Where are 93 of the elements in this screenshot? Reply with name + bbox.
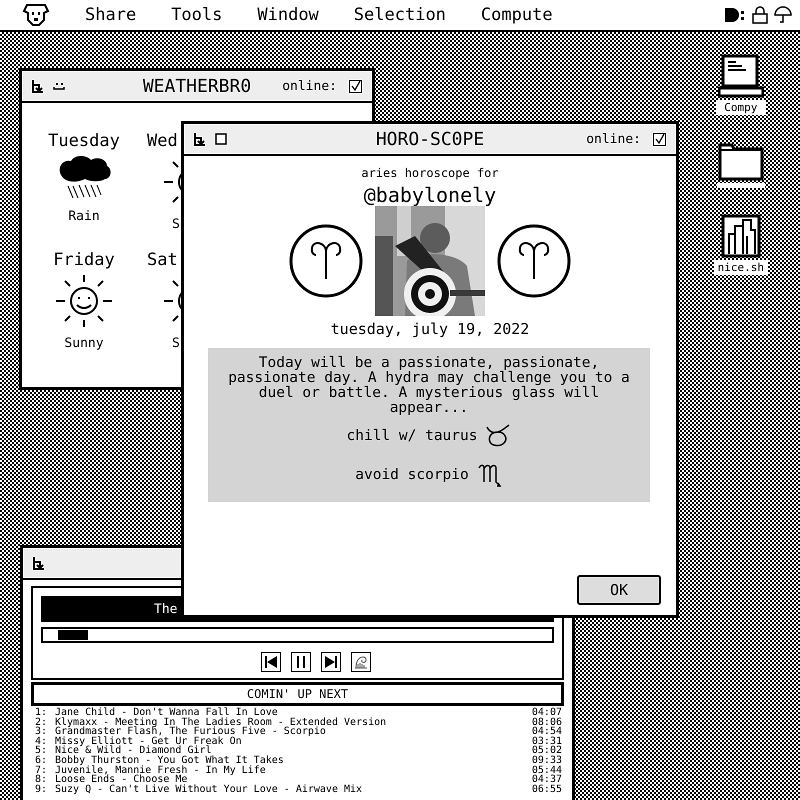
queue-row[interactable]: 9: Suzy Q - Can't Live Without Your Love - Airwave Mix 06:55 — [35, 784, 562, 794]
window-title: HORO-SC0PE — [376, 128, 484, 150]
weather-condition: S — [172, 336, 180, 351]
track-duration: 08:06 — [532, 718, 562, 728]
track-title: Klymaxx - Meeting In The Ladies Room - Extended Version — [55, 718, 388, 728]
icon-label-field[interactable] — [716, 183, 765, 188]
lock-icon[interactable] — [752, 6, 768, 24]
track-title: Missy Elliott - Get Ur Freak On — [55, 736, 243, 746]
track-title: Nice & Wild - Diamond Girl — [55, 746, 212, 756]
track-duration: 04:37 — [532, 775, 562, 785]
queue-header: COMIN' UP NEXT — [31, 682, 564, 706]
aries-icon — [289, 224, 363, 298]
pause-button[interactable] — [290, 652, 310, 672]
queue-row[interactable]: 8: Loose Ends - Choose Me 04:37 — [35, 775, 562, 785]
track-duration: 06:55 — [532, 784, 562, 794]
progress-thumb[interactable] — [58, 630, 88, 640]
horoscope-text: Today will be a passionate, passionate, passionate day. A hydra may challenge you to a duel or battle. A mysterious glass will appear... — [227, 356, 631, 416]
intro-text: aries horoscope for — [361, 166, 499, 180]
track-title: Loose Ends - Choose Me — [55, 775, 188, 785]
smiley-icon[interactable] — [53, 81, 65, 91]
track-number: 6: — [35, 756, 48, 766]
date-text: tuesday, july 19, 2022 — [330, 320, 530, 338]
taurus-icon — [485, 424, 512, 448]
maximize-icon[interactable] — [215, 133, 227, 145]
previous-button[interactable] — [260, 652, 280, 672]
menu-item[interactable]: Selection — [354, 5, 446, 25]
chart-file-icon[interactable] — [720, 214, 761, 258]
queue-row[interactable]: 7: Juvenile, Mannie Fresh - In My Life 05:44 — [35, 766, 562, 776]
ok-button[interactable]: OK — [577, 575, 661, 605]
day-name: Sat — [147, 250, 178, 270]
icon-label[interactable]: nice.sh — [714, 260, 768, 275]
track-number: 4: — [35, 736, 48, 746]
menu-item[interactable]: Window — [257, 5, 319, 25]
menu-item[interactable]: Tools — [171, 5, 222, 25]
day-name: Friday — [53, 250, 115, 270]
queue-row[interactable]: 4: Missy Elliott - Get Ur Freak On 03:31 — [35, 736, 562, 746]
track-number: 3: — [35, 727, 48, 737]
track-number: 8: — [35, 775, 48, 785]
dog-logo-icon[interactable] — [22, 3, 50, 27]
track-title: Suzy Q - Can't Live Without Your Love - Airwave Mix — [55, 784, 364, 794]
folder-icon[interactable] — [718, 141, 764, 181]
next-icon — [324, 655, 338, 669]
track-title: Grandmaster Flash, The Furious Five - Scorpio — [55, 727, 327, 737]
corner-arrow-icon[interactable] — [194, 132, 206, 146]
day-name: Tuesday — [48, 131, 120, 151]
progress-track[interactable] — [41, 627, 554, 643]
menu-item[interactable]: Share — [85, 5, 136, 25]
window-title: WEATHERBR0 — [142, 76, 252, 96]
menu-item[interactable]: Compute — [480, 5, 553, 25]
track-duration: 09:33 — [532, 756, 562, 766]
track-number: 5: — [35, 746, 48, 756]
day-name: Wed — [147, 131, 178, 151]
advice-text: avoid scorpio — [355, 467, 469, 483]
online-label: online: — [586, 132, 641, 146]
track-duration: 04:54 — [532, 727, 562, 737]
track-title: Bobby Thurston - You Got What It Takes — [55, 756, 285, 766]
computer-icon[interactable] — [718, 54, 764, 98]
advice-text: chill w/ taurus — [346, 428, 478, 444]
half-circle-icon[interactable] — [724, 7, 746, 23]
queue-row[interactable]: 3: Grandmaster Flash, The Furious Five - Scorpio 04:54 — [35, 727, 562, 737]
wave-button[interactable] — [350, 652, 370, 672]
queue-row[interactable]: 1: Jane Child - Don't Wanna Fall In Love 04:07 — [35, 708, 562, 718]
scorpio-icon — [476, 462, 503, 488]
previous-icon — [264, 655, 278, 669]
weather-condition: Rain — [68, 209, 100, 224]
weather-condition: S — [172, 217, 180, 232]
track-duration: 05:02 — [532, 746, 562, 756]
online-checkbox[interactable] — [653, 132, 666, 146]
umbrella-icon[interactable] — [774, 6, 792, 24]
online-checkbox[interactable] — [349, 80, 362, 92]
queue-row[interactable]: 5: Nice & Wild - Diamond Girl 05:02 — [35, 746, 562, 756]
track-number: 7: — [35, 766, 48, 776]
smiling-sun-icon — [53, 272, 115, 330]
now-playing-title: The — [154, 602, 178, 616]
queue-row[interactable]: 2: Klymaxx - Meeting In The Ladies Room - Extended Version 08:06 — [35, 718, 562, 728]
track-duration: 04:07 — [532, 708, 562, 718]
username: @babylonely — [364, 184, 496, 206]
track-duration: 05:44 — [532, 766, 562, 776]
track-duration: 03:31 — [532, 736, 562, 746]
track-number: 9: — [35, 784, 48, 794]
track-title: Jane Child - Don't Wanna Fall In Love — [55, 708, 279, 718]
weather-condition: Sunny — [64, 336, 104, 351]
queue-row[interactable]: 6: Bobby Thurston - You Got What It Takes 09:33 — [35, 756, 562, 766]
track-title: Juvenile, Mannie Fresh - In My Life — [55, 766, 267, 776]
aries-icon — [497, 224, 571, 298]
next-button[interactable] — [320, 652, 340, 672]
corner-arrow-icon[interactable] — [33, 556, 45, 570]
track-number: 1: — [35, 708, 48, 718]
wave-icon — [354, 655, 368, 669]
corner-arrow-icon[interactable] — [32, 80, 44, 92]
track-number: 2: — [35, 718, 48, 728]
online-label: online: — [282, 78, 337, 94]
icon-label[interactable]: Compy — [716, 100, 766, 115]
